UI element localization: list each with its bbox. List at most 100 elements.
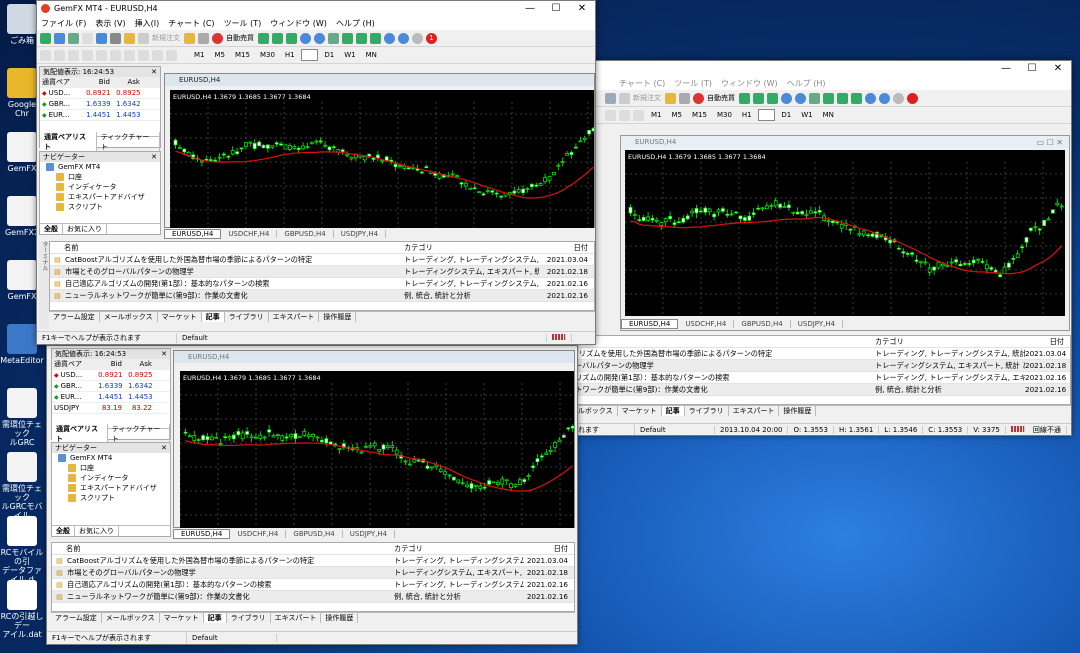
- line-chart-icon[interactable]: [286, 32, 297, 44]
- auto-trade-button[interactable]: 自動売買: [707, 93, 735, 103]
- table-row[interactable]: ▤CatBoostアルゴリズムを使用した外国為替市場の季節によるパターンの特定ト…: [50, 254, 594, 266]
- scroll-icon[interactable]: [823, 92, 834, 104]
- scroll-icon[interactable]: [342, 32, 353, 44]
- terminal-tab[interactable]: マーケット: [160, 613, 204, 623]
- front-chart-window[interactable]: EURUSD,H4 EURUSD,H4 1.3679 1.3685 1.3677…: [164, 73, 595, 228]
- back-chart-canvas[interactable]: EURUSD,H4 1.3679 1.3685 1.3677 1.3684: [625, 150, 1065, 316]
- timeframe-button[interactable]: W1: [340, 49, 359, 61]
- close-icon[interactable]: ✕: [161, 444, 167, 452]
- quote-row[interactable]: ◆ USD... 0.8921 0.8925: [40, 88, 160, 99]
- navigator-tab[interactable]: 全般: [52, 526, 75, 536]
- terminal-tab[interactable]: ライブラリ: [685, 406, 729, 416]
- chart-tab[interactable]: GBPUSD,H4: [286, 530, 343, 538]
- col-date[interactable]: 日付: [1025, 337, 1070, 347]
- quote-row-usdjpy[interactable]: USDJPY 83.19 83.22: [52, 403, 170, 414]
- chart-tab[interactable]: USDCHF,H4: [221, 230, 278, 238]
- chart-tab[interactable]: USDCHF,H4: [230, 530, 287, 538]
- table-row[interactable]: ▤ 市場とそのグローバルパターンの物理学 トレーディングシステム, エキスパート, …: [50, 266, 594, 278]
- cursor-icon[interactable]: [605, 109, 616, 121]
- channel-icon[interactable]: [110, 49, 121, 61]
- col-category[interactable]: カテゴリ: [404, 243, 539, 253]
- arrows-icon[interactable]: [166, 49, 177, 61]
- chart-tab[interactable]: EURUSD,H4: [621, 319, 679, 329]
- timeframe-button[interactable]: D1: [320, 49, 338, 61]
- navigator-item[interactable]: インディケータ: [40, 182, 160, 192]
- gold-icon[interactable]: [665, 92, 676, 104]
- navigator-item[interactable]: 口座: [52, 463, 170, 473]
- bar-chart-icon[interactable]: [739, 92, 750, 104]
- middle-chart-window[interactable]: EURUSD,H4 EURUSD,H4 1.3679 1.3685 1.3677…: [173, 350, 575, 529]
- navigator-tab[interactable]: お気に入り: [63, 224, 107, 234]
- chart-tab[interactable]: USDJPY,H4: [791, 320, 844, 328]
- navigator-item[interactable]: インディケータ: [52, 473, 170, 483]
- hline-icon[interactable]: [82, 49, 93, 61]
- arrows-icon[interactable]: [633, 109, 644, 121]
- label-icon[interactable]: [152, 49, 163, 61]
- table-row[interactable]: ▤ニューラルネットワークが簡単に(第9部)：作業の文書化例, 統合, 統計と分析…: [510, 384, 1070, 396]
- menu-item[interactable]: 挿入(I): [135, 18, 160, 29]
- profile-status[interactable]: Default: [177, 333, 547, 342]
- front-window[interactable]: GemFX MT4 - EURUSD,H4 — ☐ ✕ ファイル (F) 表示 (V)…: [36, 0, 596, 345]
- trendline-icon[interactable]: [96, 49, 107, 61]
- menu-item[interactable]: ヘルプ (H): [336, 18, 375, 29]
- auto-trade-icon[interactable]: [693, 92, 704, 104]
- table-row[interactable]: ▤CatBoostアルゴリズムを使用した外国為替市場の季節によるパターンの特定ト…: [510, 348, 1070, 360]
- navigator-item[interactable]: エキスパートアドバイザ: [40, 192, 160, 202]
- menu-tools[interactable]: ツール (T): [674, 78, 712, 89]
- navigator-item[interactable]: スクリプト: [52, 493, 170, 503]
- crosshair-icon[interactable]: [82, 32, 93, 44]
- terminal-tab[interactable]: マーケット: [158, 312, 202, 322]
- col-date[interactable]: 日付: [524, 544, 574, 554]
- table-row[interactable]: ▤ 市場とそのグローバルパターンの物理学 トレーディングシステム, エキスパート, …: [52, 567, 574, 579]
- new-order-icon[interactable]: [138, 32, 149, 44]
- navigator-item[interactable]: GemFX MT4: [40, 162, 160, 172]
- profile-status[interactable]: Default: [635, 425, 715, 434]
- zoom-out-icon[interactable]: [795, 92, 806, 104]
- navigator-item[interactable]: スクリプト: [40, 202, 160, 212]
- quote-row[interactable]: ◆ USD... 0.8921 0.8925: [52, 370, 170, 381]
- chart-tab[interactable]: USDJPY,H4: [334, 230, 387, 238]
- col-name[interactable]: 名前: [66, 544, 394, 554]
- table-row[interactable]: ▤ニューラルネットワークが簡単に(第9部)：作業の文書化例, 統合, 統計と分析…: [50, 290, 594, 302]
- plus-icon[interactable]: [605, 92, 616, 104]
- template-icon[interactable]: [398, 32, 409, 44]
- col-name[interactable]: 名前: [64, 243, 404, 253]
- bar-chart-icon[interactable]: [258, 32, 269, 44]
- table-row[interactable]: ▤ 自己適応アルゴリズムの開発(第1部）：基本的なパターンの検索 トレーディング, …: [50, 278, 594, 290]
- terminal-tab[interactable]: エキスパート: [271, 613, 322, 623]
- menu-item[interactable]: 表示 (V): [95, 18, 125, 29]
- line-chart-icon[interactable]: [767, 92, 778, 104]
- vline-icon[interactable]: [68, 49, 79, 61]
- terminal-tab[interactable]: エキスパート: [269, 312, 320, 322]
- timeframe-button[interactable]: M5: [211, 49, 230, 61]
- menu-item[interactable]: ツール (T): [224, 18, 262, 29]
- menu-item[interactable]: ウィンドウ (W): [270, 18, 327, 29]
- template-icon[interactable]: [879, 92, 890, 104]
- timeframe-button[interactable]: MN: [362, 49, 381, 61]
- minimize-icon[interactable]: —: [993, 63, 1019, 74]
- desktop-icon[interactable]: 需環位チェック ルGRCモバイル: [0, 452, 44, 520]
- chart-tab[interactable]: USDJPY,H4: [343, 530, 396, 538]
- terminal-tab[interactable]: 記事: [203, 613, 227, 623]
- quote-row[interactable]: ◆ GBR... 1.6339 1.6342: [52, 381, 170, 392]
- chart-window-controls[interactable]: ▭ ☐ ✕: [1036, 138, 1069, 147]
- search-icon[interactable]: [893, 92, 904, 104]
- quotes-tab[interactable]: 通貨ペアリスト: [40, 132, 97, 152]
- timeframe-button[interactable]: H1: [281, 49, 299, 61]
- chart-tab[interactable]: GBPUSD,H4: [734, 320, 791, 328]
- timeframe-button[interactable]: M1: [647, 109, 666, 121]
- menu-item[interactable]: チャート (C): [168, 18, 214, 29]
- quotes-tab[interactable]: 通貨ペアリスト: [52, 424, 108, 444]
- menu-item[interactable]: ファイル (F): [41, 18, 86, 29]
- desktop-icon[interactable]: RCモバイルの引 データファイル.d: [0, 516, 44, 584]
- terminal-tab[interactable]: マーケット: [618, 406, 662, 416]
- close-icon[interactable]: ✕: [569, 3, 595, 14]
- zoom-in-icon[interactable]: [781, 92, 792, 104]
- new-order-button[interactable]: 新規注文: [152, 33, 180, 43]
- terminal-tab[interactable]: アラーム設定: [51, 613, 102, 623]
- menu-help[interactable]: ヘルプ (H): [787, 78, 826, 89]
- menu-chart[interactable]: チャート (C): [619, 78, 665, 89]
- col-date[interactable]: 日付: [539, 243, 594, 253]
- timeframe-button[interactable]: M30: [256, 49, 279, 61]
- text-icon[interactable]: [619, 109, 630, 121]
